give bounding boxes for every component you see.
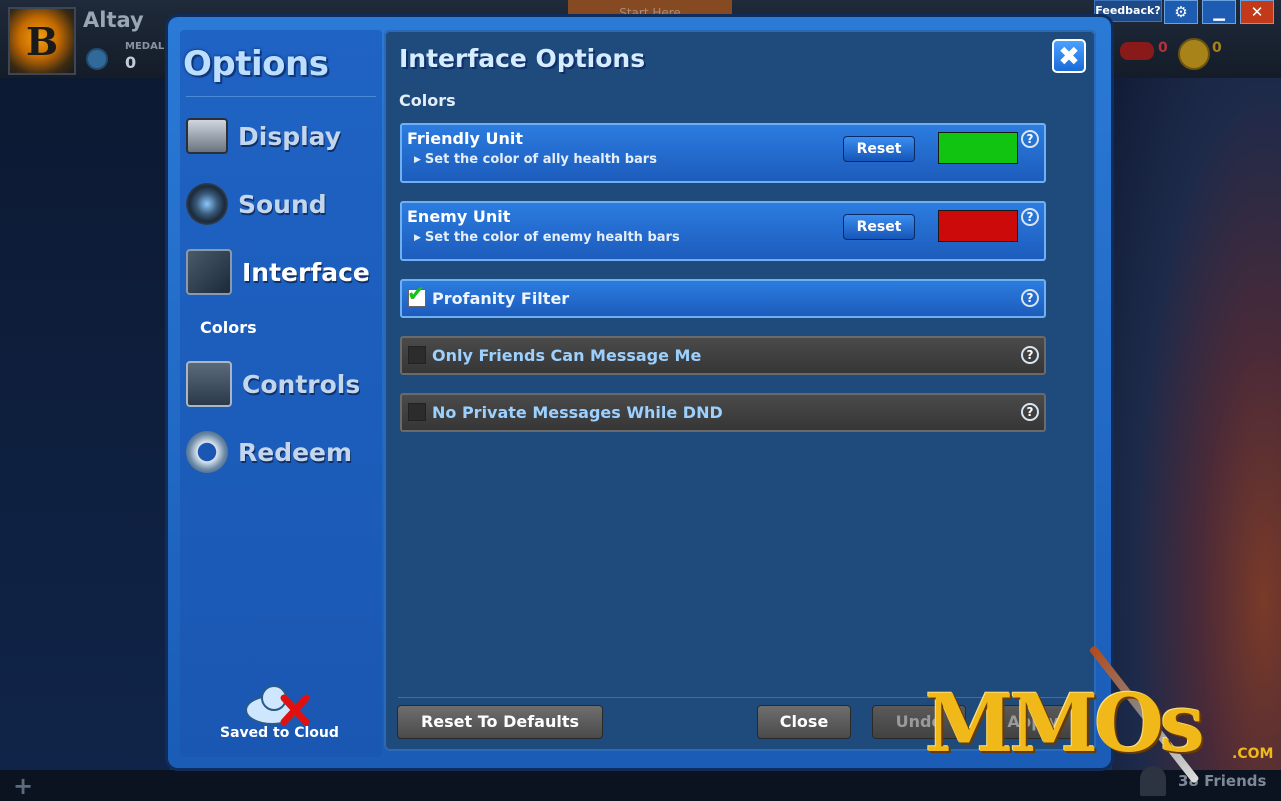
enemy-color-swatch[interactable] (938, 210, 1018, 242)
sidebar-item-label: Display (238, 121, 342, 151)
sidebar-item-label: Redeem (238, 437, 353, 467)
no-pm-dnd-checkbox[interactable] (408, 403, 426, 421)
sidebar-item-display[interactable]: Display (186, 112, 341, 160)
sidebar-divider (186, 96, 376, 97)
settings-gear-icon[interactable]: ⚙ (1164, 0, 1198, 24)
gem-count: 0 (1158, 40, 1168, 56)
enemy-unit-desc: ▶ Set the color of enemy health bars (414, 230, 680, 245)
friendly-color-swatch[interactable] (938, 132, 1018, 164)
help-icon[interactable]: ? (1021, 130, 1039, 148)
no-pm-dnd-label: No Private Messages While DND (432, 403, 723, 422)
cloud-error-icon (245, 685, 310, 726)
sidebar-item-redeem[interactable]: Redeem (186, 428, 352, 476)
close-window-button[interactable]: ✕ (1240, 0, 1274, 24)
sidebar-item-controls[interactable]: Controls (186, 360, 360, 408)
sidebar-item-label: Controls (242, 369, 361, 399)
help-icon[interactable]: ? (1021, 346, 1039, 364)
only-friends-label: Only Friends Can Message Me (432, 346, 702, 365)
friendly-unit-row: Friendly Unit ▶ Set the color of ally hea… (400, 123, 1046, 183)
checkmark-icon: ✔ (407, 282, 426, 307)
cloud-save-status: Saved to Cloud (220, 725, 339, 741)
coin-count: 0 (1212, 40, 1222, 56)
add-icon[interactable]: + (13, 772, 33, 800)
help-icon[interactable]: ? (1021, 289, 1039, 307)
help-icon[interactable]: ? (1021, 403, 1039, 421)
friendly-unit-desc-text: Set the color of ally health bars (424, 152, 657, 167)
friendly-unit-title: Friendly Unit (407, 129, 523, 148)
medals-label: MEDALS (125, 41, 172, 52)
minimize-button[interactable]: ▁ (1202, 0, 1236, 24)
close-dialog-button[interactable]: ✖ (1052, 39, 1086, 73)
profanity-filter-label: Profanity Filter (432, 289, 570, 308)
lifebuoy-icon (186, 431, 228, 473)
monitor-icon (186, 118, 228, 154)
sidebar-item-interface[interactable]: Interface (186, 248, 370, 296)
reset-to-defaults-button[interactable]: Reset To Defaults (397, 705, 603, 739)
coin-icon (1178, 38, 1210, 70)
watermark-logo: MMOs (925, 676, 1205, 770)
bullet-arrow-icon: ▶ (414, 233, 421, 243)
help-icon[interactable]: ? (1021, 208, 1039, 226)
medals-value: 0 (125, 53, 137, 72)
friendly-unit-desc: ▶ Set the color of ally health bars (414, 152, 657, 167)
sidebar-item-label: Interface (242, 257, 370, 287)
no-pm-dnd-row[interactable]: No Private Messages While DND ? (400, 393, 1046, 432)
page-title: Interface Options (399, 44, 646, 73)
watermark-suffix: .COM (1232, 746, 1274, 762)
sidebar-subitem-colors[interactable]: Colors (200, 318, 257, 337)
enemy-reset-button[interactable]: Reset (843, 214, 915, 240)
friends-icon (1140, 766, 1166, 796)
friendly-reset-button[interactable]: Reset (843, 136, 915, 162)
keyboard-keys-icon (186, 361, 232, 407)
medal-icon (86, 48, 108, 70)
profanity-filter-row[interactable]: ✔ Profanity Filter ? (400, 279, 1046, 318)
only-friends-row[interactable]: Only Friends Can Message Me ? (400, 336, 1046, 375)
sidebar-item-sound[interactable]: Sound (186, 180, 327, 228)
options-title: Options (183, 44, 329, 84)
only-friends-checkbox[interactable] (408, 346, 426, 364)
enemy-unit-row: Enemy Unit ▶ Set the color of enemy healt… (400, 201, 1046, 261)
speaker-icon (186, 183, 228, 225)
bullet-arrow-icon: ▶ (414, 155, 421, 165)
player-avatar[interactable]: B (8, 7, 76, 75)
profanity-filter-checkbox[interactable]: ✔ (407, 282, 426, 307)
bottom-bar (0, 770, 1281, 801)
close-button[interactable]: Close (757, 705, 851, 739)
section-colors-label: Colors (399, 91, 456, 110)
enemy-unit-title: Enemy Unit (407, 207, 511, 226)
gem-icon (1120, 42, 1154, 60)
sidebar-item-label: Sound (238, 189, 327, 219)
windows-icon (186, 249, 232, 295)
player-name: Altay (83, 8, 144, 32)
background-left (0, 0, 170, 801)
enemy-unit-desc-text: Set the color of enemy health bars (424, 230, 680, 245)
